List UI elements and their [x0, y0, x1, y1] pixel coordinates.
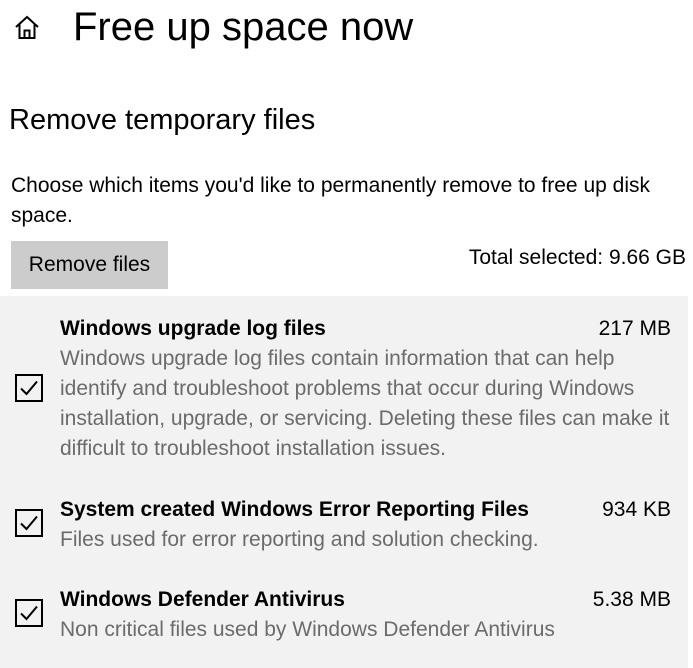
item-size: 5.38 MB: [592, 588, 671, 611]
item-description: Windows upgrade log files contain inform…: [60, 347, 670, 460]
page-header: Free up space now: [0, 0, 693, 60]
item-checkbox[interactable]: [15, 599, 43, 627]
item-name: Windows Defender Antivirus: [60, 588, 345, 611]
section-description: Choose which items you'd like to permane…: [11, 174, 650, 227]
home-icon[interactable]: [13, 13, 41, 41]
item-name: Windows upgrade log files: [60, 317, 326, 340]
checkmark-icon: [20, 380, 38, 396]
file-list: Windows upgrade log files 217 MB Windows…: [0, 296, 688, 668]
item-checkbox[interactable]: [15, 374, 43, 402]
item-size: 217 MB: [598, 317, 671, 340]
remove-files-button[interactable]: Remove files: [11, 241, 168, 289]
page-title: Free up space now: [73, 5, 414, 49]
item-name: System created Windows Error Reporting F…: [60, 498, 529, 521]
item-checkbox[interactable]: [15, 509, 43, 537]
checkmark-icon: [20, 515, 38, 531]
total-selected-label: Total selected: 9.66 GB: [468, 246, 686, 269]
item-size: 934 KB: [602, 498, 671, 521]
item-description: Non critical files used by Windows Defen…: [60, 618, 555, 641]
checkmark-icon: [20, 605, 38, 621]
item-description: Files used for error reporting and solut…: [60, 528, 539, 551]
section-title: Remove temporary files: [9, 104, 316, 136]
